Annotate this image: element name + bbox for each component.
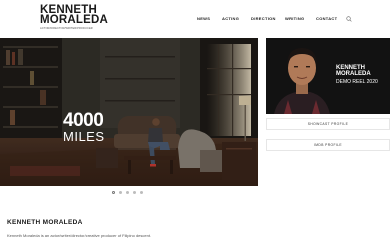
slider-dot-3[interactable]	[126, 191, 129, 194]
bio-text: Kenneth Moraleda is an actor/writer/dire…	[7, 233, 152, 238]
reel-name-line-2: MORALEDA	[336, 71, 371, 78]
reel-name-line-1: KENNETH	[336, 65, 366, 71]
hero-slider[interactable]: 4000 MILES	[0, 38, 258, 186]
slider-dot-4[interactable]	[133, 191, 136, 194]
imdb-profile-button[interactable]: IMDB PROFILE	[266, 139, 390, 151]
nav-item-writing[interactable]: WRITING	[285, 16, 304, 21]
slider-pagination	[112, 191, 152, 195]
nav-item-news[interactable]: NEWS	[197, 16, 210, 21]
logo-tagline: ACTOR/DIRECTOR/WRITER/PRODUCER	[40, 27, 93, 30]
slider-dot-2[interactable]	[119, 191, 122, 194]
hero-image	[0, 38, 258, 186]
search-icon[interactable]	[346, 16, 352, 22]
demo-reel-card[interactable]: KENNETH MORALEDA DEMO REEL 2020	[266, 38, 390, 114]
showcast-profile-button[interactable]: SHOWCAST PROFILE	[266, 118, 390, 130]
nav-item-direction[interactable]: DIRECTION	[251, 16, 276, 21]
site-header: KENNETH MORALEDA ACTOR/DIRECTOR/WRITER/P…	[0, 0, 390, 37]
hero-title-number: 4000	[63, 110, 104, 131]
hero-title-word: MILES	[63, 129, 105, 144]
nav-item-contact[interactable]: CONTACT	[316, 16, 337, 21]
slider-dot-1[interactable]	[112, 191, 115, 194]
nav-item-acting[interactable]: ACTING	[222, 16, 239, 21]
slider-dot-5[interactable]	[140, 191, 143, 194]
bio-heading: KENNETH MORALEDA	[7, 219, 83, 226]
reel-title: KENNETH MORALEDA DEMO REEL 2020	[336, 65, 378, 85]
hero-title: 4000 MILES	[63, 110, 105, 144]
reel-caption: DEMO REEL 2020	[336, 78, 378, 85]
main-nav: NEWS ACTING DIRECTION WRITING CONTACT	[0, 16, 390, 22]
